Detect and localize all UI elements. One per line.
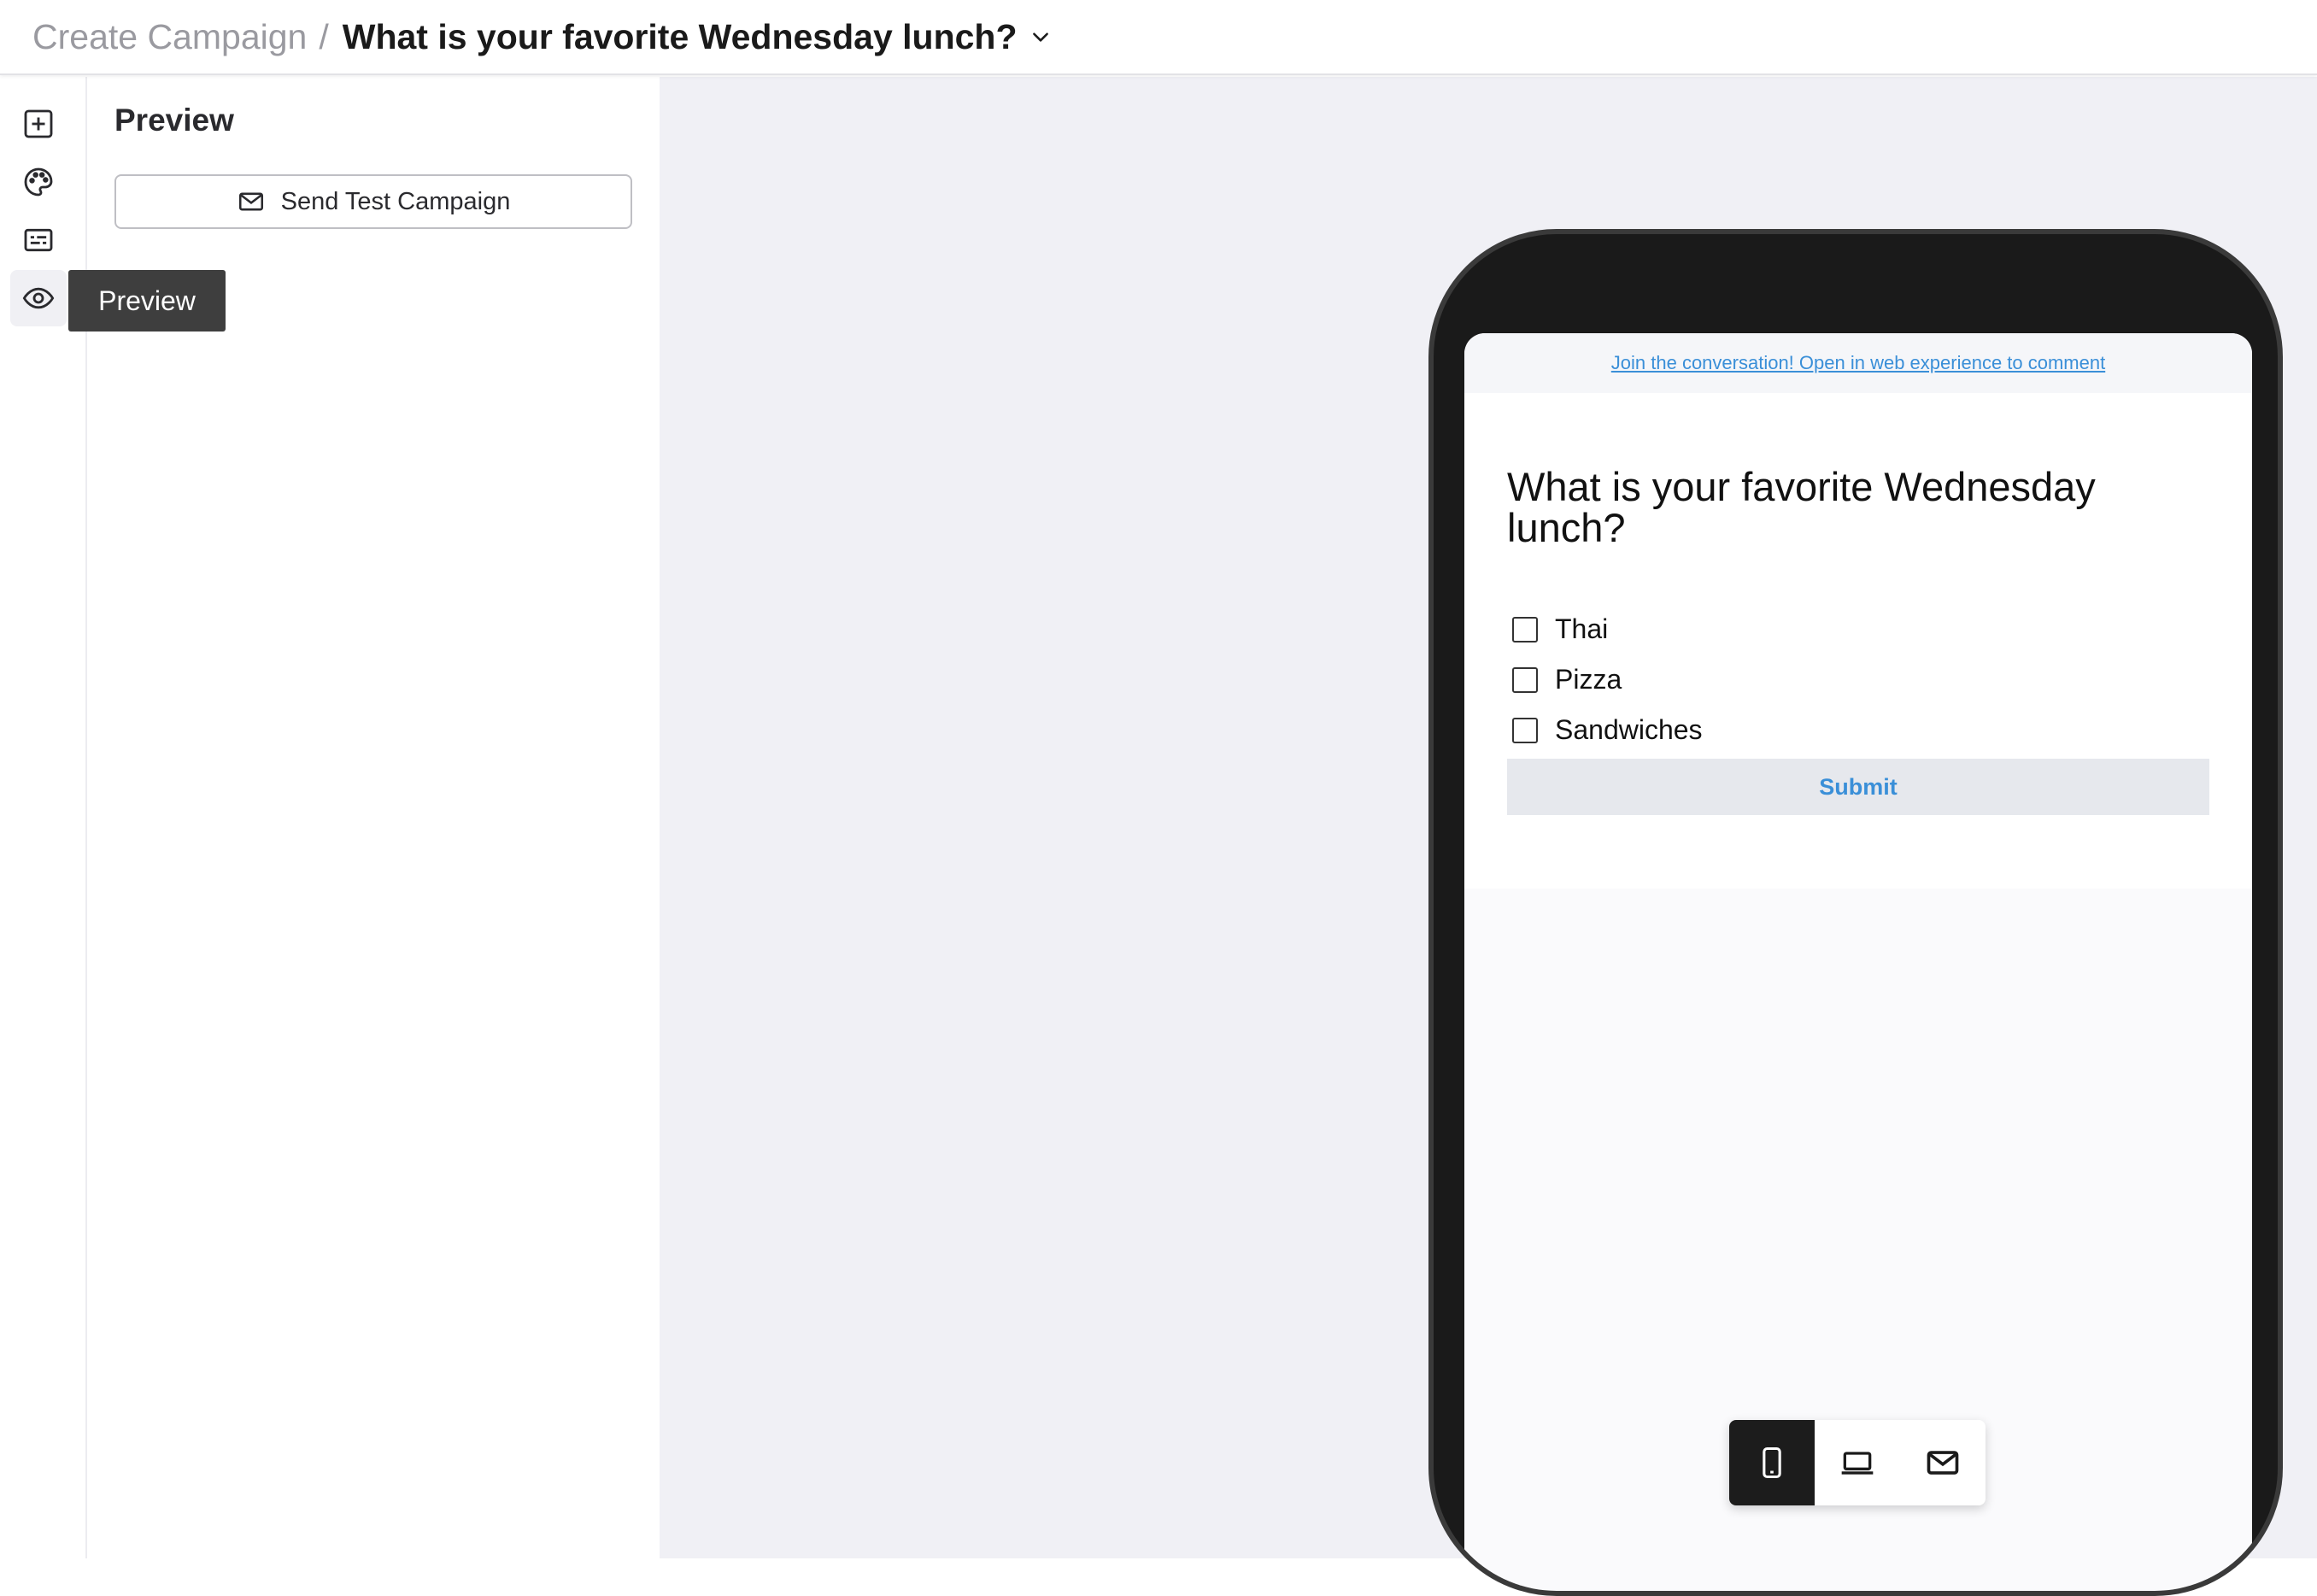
breadcrumb-create-campaign[interactable]: Create Campaign	[32, 17, 307, 57]
phone-frame: Join the conversation! Open in web exper…	[1428, 229, 2283, 1596]
preview-tooltip: Preview	[68, 270, 226, 332]
campaign-title[interactable]: What is your favorite Wednesday lunch?	[343, 17, 1018, 57]
palette-icon	[24, 167, 53, 197]
phone-screen: Join the conversation! Open in web exper…	[1464, 333, 2252, 1591]
web-experience-link[interactable]: Join the conversation! Open in web exper…	[1611, 352, 2105, 374]
poll-option-pizza[interactable]: Pizza	[1512, 664, 1622, 695]
option-checkbox[interactable]	[1512, 616, 1538, 643]
panel-title: Preview	[114, 103, 234, 138]
poll-card: What is your favorite Wednesday lunch? T…	[1464, 393, 2252, 889]
top-bar: Create Campaign / What is your favorite …	[0, 0, 2317, 75]
chevron-down-icon[interactable]	[1029, 26, 1052, 48]
send-test-campaign-button[interactable]: Send Test Campaign	[114, 174, 632, 229]
poll-option-sandwiches[interactable]: Sandwiches	[1512, 714, 1703, 746]
mail-icon	[238, 192, 263, 211]
theme-button[interactable]	[10, 154, 67, 210]
option-label: Pizza	[1555, 664, 1622, 695]
form-icon	[24, 228, 53, 252]
desktop-view-button[interactable]	[1815, 1420, 1900, 1505]
eye-icon	[22, 287, 55, 309]
plus-square-icon	[24, 109, 53, 138]
device-toggle	[1729, 1420, 1986, 1505]
preview-button[interactable]	[10, 270, 67, 326]
email-view-button[interactable]	[1900, 1420, 1986, 1505]
laptop-icon	[1841, 1452, 1874, 1475]
option-checkbox[interactable]	[1512, 717, 1538, 743]
mobile-view-button[interactable]	[1729, 1420, 1815, 1505]
web-experience-banner: Join the conversation! Open in web exper…	[1464, 333, 2252, 393]
form-settings-button[interactable]	[10, 212, 67, 268]
mail-icon	[1927, 1451, 1959, 1475]
option-label: Sandwiches	[1555, 714, 1703, 745]
breadcrumb-separator: /	[319, 16, 329, 56]
send-test-campaign-label: Send Test Campaign	[280, 187, 511, 215]
option-checkbox[interactable]	[1512, 666, 1538, 693]
phone-icon	[1763, 1446, 1781, 1479]
add-block-button[interactable]	[10, 96, 67, 152]
poll-option-thai[interactable]: Thai	[1512, 613, 1608, 645]
submit-button[interactable]: Submit	[1507, 759, 2209, 815]
option-label: Thai	[1555, 613, 1609, 644]
poll-question: What is your favorite Wednesday lunch?	[1507, 464, 2096, 550]
